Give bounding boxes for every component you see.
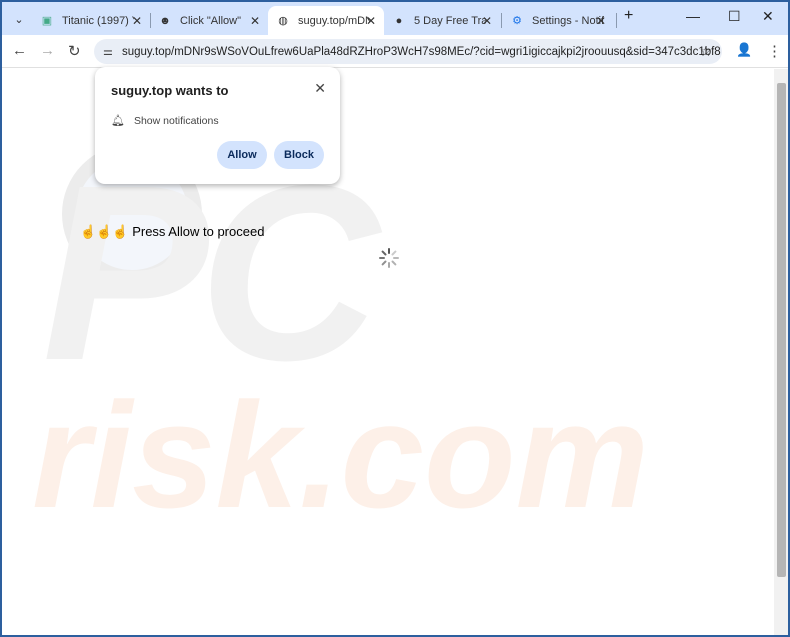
circle-logo-icon: ● — [395, 14, 403, 27]
gear-icon: ⚙ — [512, 15, 522, 27]
toolbar: ← → ↻ ⚌ suguy.top/mDNr9sWSoVOuLfrew6UaPl… — [2, 35, 788, 68]
watermark-logo: risk.com — [32, 371, 649, 539]
scrollbar-thumb[interactable] — [777, 83, 786, 577]
robot-icon: ☻ — [159, 14, 171, 27]
forward-button[interactable]: → — [40, 42, 55, 59]
bookmark-star-icon[interactable]: ☆ — [699, 43, 712, 60]
globe-icon: ◍ — [278, 15, 288, 27]
press-allow-message: ☝☝☝ Press Allow to proceed — [80, 224, 265, 239]
url-text[interactable]: suguy.top/mDNr9sWSoVOuLfrew6UaPla48dRZHr… — [122, 46, 721, 58]
reload-button[interactable]: ↻ — [68, 42, 81, 60]
tab-click-allow[interactable]: ☻ Click "Allow" ✕ — [150, 6, 268, 35]
vertical-scrollbar[interactable] — [774, 69, 788, 635]
close-window-button[interactable]: ✕ — [762, 8, 774, 25]
allow-button[interactable]: Allow — [217, 141, 267, 169]
close-tab-icon[interactable]: ✕ — [482, 14, 492, 28]
tab-suguy[interactable]: ◍ suguy.top/mDN ✕ — [268, 6, 384, 35]
tab-settings[interactable]: ⚙ Settings - Notif ✕ — [502, 6, 614, 35]
permission-row: 🔔︎ Show notifications — [111, 114, 219, 128]
maximize-button[interactable]: ☐ — [728, 8, 741, 25]
profile-avatar-icon[interactable]: 👤 — [736, 42, 752, 58]
close-popup-button[interactable]: ✕ — [314, 80, 326, 97]
popup-title: suguy.top wants to — [111, 83, 229, 98]
tab-titanic[interactable]: ▣ Titanic (1997) Y ✕ — [32, 6, 150, 35]
tab-search-button[interactable]: ⌄ — [8, 8, 30, 30]
pointing-hand-icon: ☝☝☝ — [80, 224, 129, 239]
tab-free-trail[interactable]: ● 5 Day Free Trail ✕ — [384, 6, 500, 35]
close-tab-icon[interactable]: ✕ — [366, 14, 376, 28]
browser-window: ⌄ ▣ Titanic (1997) Y ✕ ☻ Click "Allow" ✕ ◍ su… — [2, 2, 788, 635]
menu-kebab-icon[interactable]: ⋮ — [767, 42, 782, 60]
bell-icon: 🔔︎ — [111, 115, 125, 127]
close-tab-icon[interactable]: ✕ — [596, 14, 606, 28]
loading-spinner-icon — [379, 248, 399, 268]
close-tab-icon[interactable]: ✕ — [250, 14, 260, 28]
close-tab-icon[interactable]: ✕ — [132, 14, 142, 28]
tab-bar: ⌄ ▣ Titanic (1997) Y ✕ ☻ Click "Allow" ✕ ◍ su… — [2, 2, 788, 35]
chevron-down-icon: ⌄ — [14, 13, 24, 26]
notification-permission-popup: suguy.top wants to ✕ 🔔︎ Show notification… — [95, 67, 340, 184]
new-tab-button[interactable]: + — [624, 7, 633, 25]
film-icon: ▣ — [41, 15, 53, 27]
site-settings-icon[interactable]: ⚌ — [103, 45, 113, 58]
address-bar[interactable]: ⚌ suguy.top/mDNr9sWSoVOuLfrew6UaPla48dRZ… — [94, 39, 722, 64]
back-button[interactable]: ← — [12, 42, 27, 59]
minimize-button[interactable]: — — [686, 8, 700, 24]
block-button[interactable]: Block — [274, 141, 324, 169]
